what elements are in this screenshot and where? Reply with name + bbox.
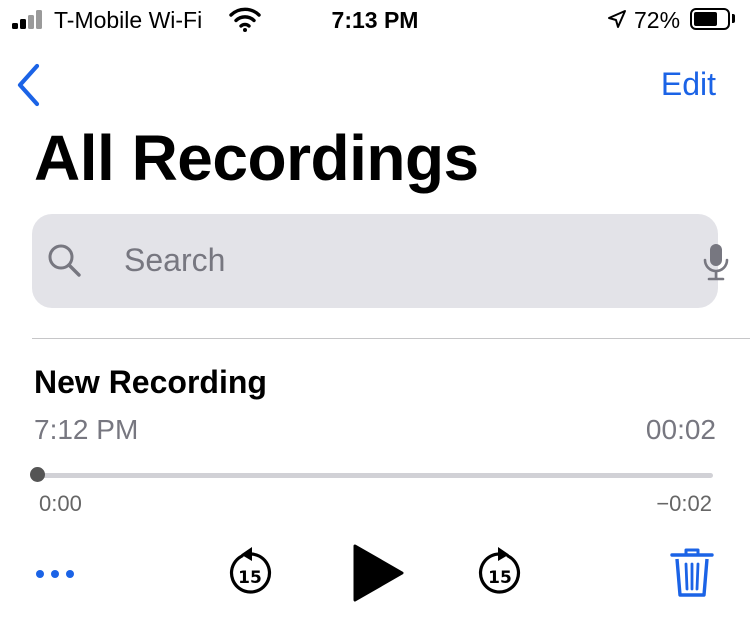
status-bar: T-Mobile Wi-Fi 7:13 PM 72% (0, 0, 750, 42)
microphone-icon[interactable] (700, 242, 732, 282)
recording-duration: 00:02 (645, 414, 716, 445)
battery-cap (732, 14, 735, 23)
play-button[interactable] (350, 542, 406, 604)
search-bar[interactable] (32, 214, 729, 308)
search-icon (48, 244, 81, 277)
play-icon (353, 544, 404, 602)
delete-button[interactable] (670, 548, 714, 598)
page-title: All Recordings (34, 122, 479, 194)
skip-forward-15-icon: 15 (478, 547, 521, 594)
playback-scrubber[interactable] (37, 473, 713, 478)
search-input[interactable] (124, 238, 664, 282)
divider (32, 338, 750, 339)
battery-percentage: 72% (634, 7, 681, 33)
scrubber-thumb[interactable] (30, 467, 45, 482)
skip-back-15-icon: 15 (229, 547, 272, 594)
more-button[interactable] (34, 560, 82, 590)
skip-back-label: 15 (238, 568, 262, 588)
edit-button[interactable]: Edit (661, 64, 716, 104)
remaining-time: −0:02 (656, 491, 712, 516)
chevron-left-icon (17, 63, 40, 107)
elapsed-time: 0:00 (39, 491, 82, 516)
back-button[interactable] (10, 62, 50, 108)
more-icon (36, 570, 74, 578)
location-arrow-icon (608, 10, 626, 28)
recording-time: 7:12 PM (34, 414, 139, 445)
recording-title[interactable]: New Recording (34, 362, 267, 402)
battery-icon (690, 8, 730, 30)
skip-forward-button[interactable]: 15 (474, 546, 526, 600)
skip-back-button[interactable]: 15 (224, 546, 276, 600)
skip-forward-label: 15 (488, 568, 512, 588)
trash-icon (670, 548, 714, 597)
